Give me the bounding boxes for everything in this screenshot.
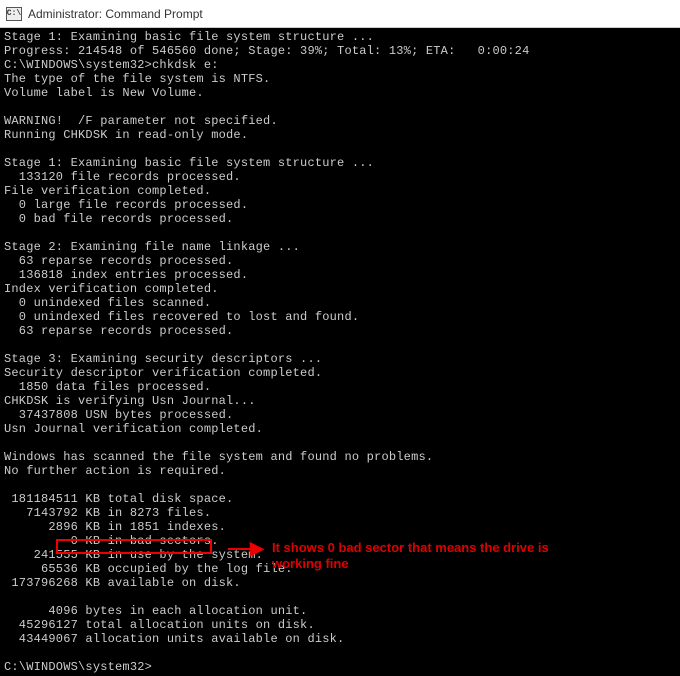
console-line: 63 reparse records processed. bbox=[4, 254, 676, 268]
console-line bbox=[4, 646, 676, 660]
console-line: No further action is required. bbox=[4, 464, 676, 478]
console-line: 136818 index entries processed. bbox=[4, 268, 676, 282]
console-line: Stage 2: Examining file name linkage ... bbox=[4, 240, 676, 254]
console-line: Volume label is New Volume. bbox=[4, 86, 676, 100]
console-line: Security descriptor verification complet… bbox=[4, 366, 676, 380]
console-line: 65536 KB occupied by the log file. bbox=[4, 562, 676, 576]
console-line: CHKDSK is verifying Usn Journal... bbox=[4, 394, 676, 408]
console-line: 37437808 USN bytes processed. bbox=[4, 408, 676, 422]
console-line: 0 unindexed files scanned. bbox=[4, 296, 676, 310]
console-line bbox=[4, 478, 676, 492]
console-line: 2896 KB in 1851 indexes. bbox=[4, 520, 676, 534]
console-line: 0 large file records processed. bbox=[4, 198, 676, 212]
console-line bbox=[4, 100, 676, 114]
console-line: 45296127 total allocation units on disk. bbox=[4, 618, 676, 632]
console-line: Progress: 214548 of 546560 done; Stage: … bbox=[4, 44, 676, 58]
console-line: 1850 data files processed. bbox=[4, 380, 676, 394]
console-line: Usn Journal verification completed. bbox=[4, 422, 676, 436]
console-output[interactable]: Stage 1: Examining basic file system str… bbox=[0, 28, 680, 676]
console-line: 0 bad file records processed. bbox=[4, 212, 676, 226]
console-line: 0 unindexed files recovered to lost and … bbox=[4, 310, 676, 324]
console-line: Running CHKDSK in read-only mode. bbox=[4, 128, 676, 142]
console-line: Stage 1: Examining basic file system str… bbox=[4, 156, 676, 170]
console-line: C:\WINDOWS\system32>chkdsk e: bbox=[4, 58, 676, 72]
console-line: 0 KB in bad sectors. bbox=[4, 534, 676, 548]
titlebar[interactable]: C:\ Administrator: Command Prompt bbox=[0, 0, 680, 28]
cursor bbox=[152, 661, 159, 674]
console-line: 7143792 KB in 8273 files. bbox=[4, 506, 676, 520]
console-line: Stage 1: Examining basic file system str… bbox=[4, 30, 676, 44]
console-line: WARNING! /F parameter not specified. bbox=[4, 114, 676, 128]
console-line: 63 reparse records processed. bbox=[4, 324, 676, 338]
console-line bbox=[4, 436, 676, 450]
console-line: File verification completed. bbox=[4, 184, 676, 198]
console-line: The type of the file system is NTFS. bbox=[4, 72, 676, 86]
console-line: Windows has scanned the file system and … bbox=[4, 450, 676, 464]
console-line bbox=[4, 226, 676, 240]
console-line bbox=[4, 590, 676, 604]
window-title: Administrator: Command Prompt bbox=[28, 7, 203, 21]
console-line: 43449067 allocation units available on d… bbox=[4, 632, 676, 646]
console-line bbox=[4, 142, 676, 156]
console-line bbox=[4, 338, 676, 352]
console-line: 173796268 KB available on disk. bbox=[4, 576, 676, 590]
console-line: 241555 KB in use by the system. bbox=[4, 548, 676, 562]
console-line: Stage 3: Examining security descriptors … bbox=[4, 352, 676, 366]
console-line: 181184511 KB total disk space. bbox=[4, 492, 676, 506]
cmd-icon: C:\ bbox=[6, 7, 22, 21]
console-line: Index verification completed. bbox=[4, 282, 676, 296]
console-line: 133120 file records processed. bbox=[4, 170, 676, 184]
console-line: C:\WINDOWS\system32> bbox=[4, 660, 676, 674]
